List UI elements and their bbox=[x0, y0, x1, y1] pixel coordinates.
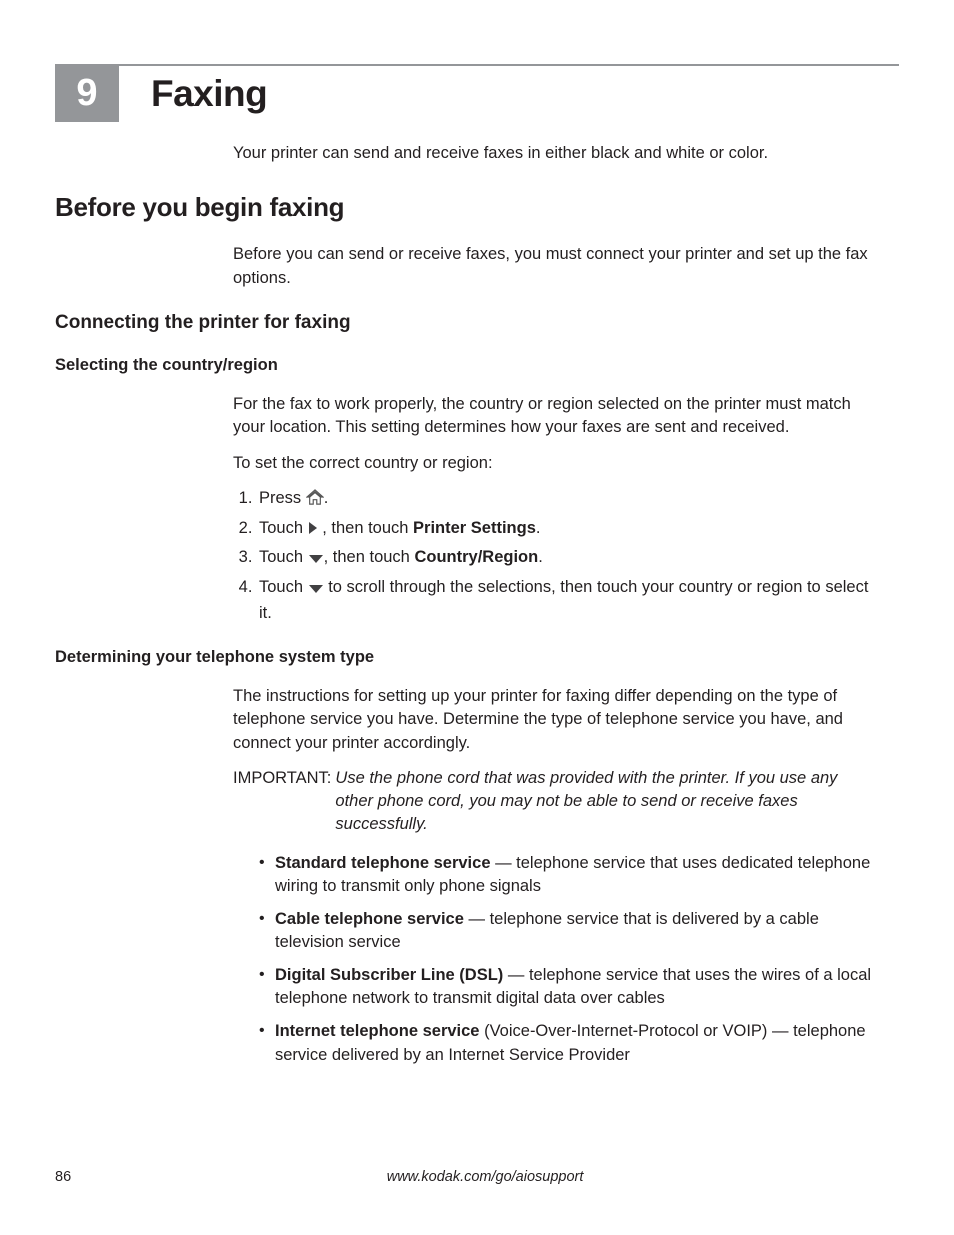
step-4: Touch to scroll through the selections, … bbox=[257, 576, 879, 626]
step-2: Touch , then touch Printer Settings. bbox=[257, 517, 879, 543]
bullet-3-bold: Digital Subscriber Line (DSL) bbox=[275, 966, 503, 984]
selecting-para-1: For the fax to work properly, the countr… bbox=[233, 393, 879, 439]
step-2-mid: , then touch bbox=[318, 519, 413, 537]
section-heading-before-you-begin: Before you begin faxing bbox=[55, 189, 899, 225]
selecting-para-2: To set the correct country or region: bbox=[233, 452, 879, 475]
list-item: Internet telephone service (Voice-Over-I… bbox=[257, 1020, 879, 1066]
chapter-title: Faxing bbox=[119, 66, 267, 122]
sub-sub-heading-determining: Determining your telephone system type bbox=[55, 646, 899, 669]
step-3-post: . bbox=[538, 548, 543, 566]
steps-list: Press . Touch , then touch Printer Setti… bbox=[257, 487, 879, 627]
step-1-post: . bbox=[324, 489, 329, 507]
sub-sub-heading-selecting: Selecting the country/region bbox=[55, 354, 899, 377]
step-2-pre: Touch bbox=[259, 519, 308, 537]
step-4-post: to scroll through the selections, then t… bbox=[259, 578, 868, 622]
sub-heading-connecting: Connecting the printer for faxing bbox=[55, 310, 899, 337]
arrow-right-icon bbox=[308, 519, 318, 543]
step-3: Touch , then touch Country/Region. bbox=[257, 546, 879, 572]
section-paragraph: Before you can send or receive faxes, yo… bbox=[233, 243, 879, 289]
list-item: Cable telephone service — telephone serv… bbox=[257, 908, 879, 954]
step-1: Press . bbox=[257, 487, 879, 513]
step-3-mid: , then touch bbox=[324, 548, 415, 566]
bullet-2-bold: Cable telephone service bbox=[275, 910, 464, 928]
page-number: 86 bbox=[55, 1167, 71, 1187]
important-label: IMPORTANT: bbox=[233, 767, 335, 836]
bullet-1-bold: Standard telephone service bbox=[275, 854, 491, 872]
step-2-bold: Printer Settings bbox=[413, 519, 536, 537]
arrow-down-icon bbox=[308, 548, 324, 572]
list-item: Standard telephone service — telephone s… bbox=[257, 852, 879, 898]
step-2-post: . bbox=[536, 519, 541, 537]
step-3-bold: Country/Region bbox=[414, 548, 538, 566]
home-icon bbox=[306, 489, 324, 513]
determining-para: The instructions for setting up your pri… bbox=[233, 685, 879, 754]
step-4-pre: Touch bbox=[259, 578, 308, 596]
chapter-header: 9 Faxing bbox=[55, 66, 899, 122]
list-item: Digital Subscriber Line (DSL) — telephon… bbox=[257, 964, 879, 1010]
telephone-types-list: Standard telephone service — telephone s… bbox=[257, 852, 879, 1067]
page: 9 Faxing Your printer can send and recei… bbox=[0, 0, 954, 1067]
step-1-pre: Press bbox=[259, 489, 306, 507]
page-footer: 86 www.kodak.com/go/aiosupport bbox=[55, 1167, 899, 1187]
chapter-number: 9 bbox=[76, 67, 97, 120]
important-note: IMPORTANT: Use the phone cord that was p… bbox=[233, 767, 879, 836]
important-text: Use the phone cord that was provided wit… bbox=[335, 767, 879, 836]
arrow-down-icon bbox=[308, 578, 324, 602]
step-3-pre: Touch bbox=[259, 548, 308, 566]
bullet-4-bold: Internet telephone service bbox=[275, 1022, 480, 1040]
chapter-number-box: 9 bbox=[55, 66, 119, 122]
footer-url: www.kodak.com/go/aiosupport bbox=[71, 1167, 899, 1187]
intro-paragraph: Your printer can send and receive faxes … bbox=[233, 142, 879, 165]
